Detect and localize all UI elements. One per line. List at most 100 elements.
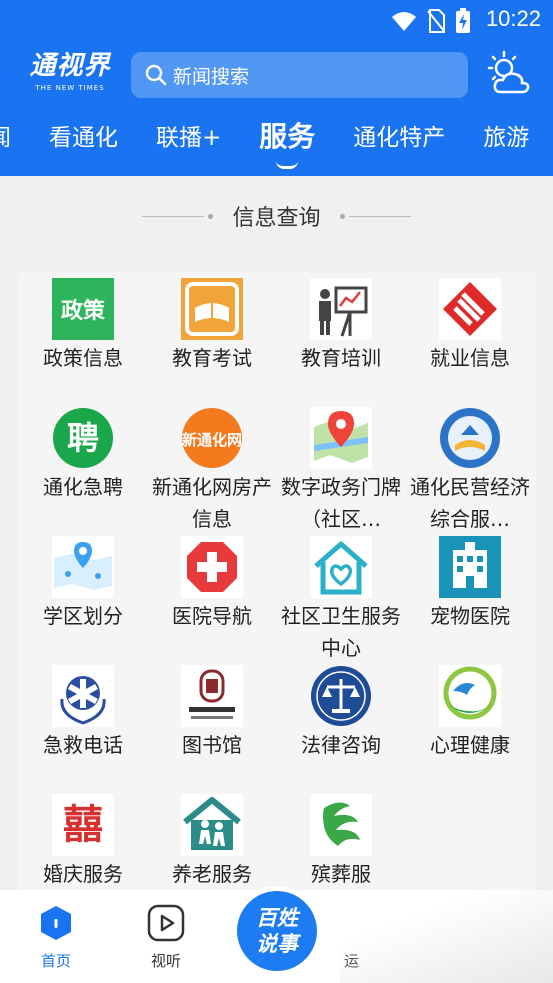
service-school-district[interactable]: 学区划分 [18,536,148,632]
service-legal-consult[interactable]: 法律咨询 [276,665,406,761]
service-label: 殡葬服 [311,862,371,886]
no-sim-icon [427,9,445,33]
tab-specialties[interactable]: 通化特产 [353,118,445,152]
service-real-estate[interactable]: 新通化网 新通化网房产信息 [147,407,277,535]
service-label: 医院导航 [172,604,252,628]
service-label: 养老服务 [172,862,252,886]
active-tab-indicator [276,161,299,169]
section-title: 信息查询 [232,206,321,231]
service-label: 通化民营经济综合服… [410,475,530,531]
policy-icon: 政策 [52,278,114,340]
service-label: 数字政务门牌（社区… [281,475,401,531]
search-bar[interactable]: 新闻搜索 [131,52,468,98]
service-wedding[interactable]: 囍 婚庆服务 [18,794,148,890]
service-label: 教育考试 [172,346,252,370]
svg-text:新通化网: 新通化网 [182,431,242,449]
center-label-line1: 百姓 [256,906,298,930]
service-label: 图书馆 [182,733,242,757]
center-label-line2: 说事 [256,932,298,956]
mental-health-icon [439,665,501,727]
service-label: 心理健康 [430,733,510,757]
tab-travel[interactable]: 旅游 [483,118,529,152]
divider-dot-right [339,213,345,219]
status-icons [391,8,471,34]
svg-text:政策: 政策 [61,298,106,324]
service-policy[interactable]: 政策 政策信息 [18,278,148,374]
service-label: 婚庆服务 [43,862,123,886]
service-label: 新通化网房产信息 [152,475,272,531]
teacher-board-icon [310,278,372,340]
services-card: 政策 政策信息 教育考试 教育培训 就业信息 聘 通化急聘 新通化网 新通化网房… [18,272,536,912]
book-exam-icon [181,278,243,340]
divider-dot-left [208,213,214,219]
law-scale-icon [311,666,371,726]
service-education-training[interactable]: 教育培训 [276,278,406,374]
nav-video-label: 视听 [150,952,181,970]
tab-lianbo[interactable]: 联播+ [156,118,221,152]
service-label: 急救电话 [43,733,123,757]
app-header: 10:22 通视界 THE NEW TIMES 新闻搜索 闻 看通化 联播+ 服… [0,0,553,176]
service-private-economy[interactable]: 通化民营经济综合服… [405,407,535,535]
center-action-button[interactable]: 百姓 说事 [232,886,322,976]
logo-text: 通视界 [29,51,111,81]
elderly-care-icon [181,794,243,856]
search-placeholder: 新闻搜索 [173,65,250,88]
service-funeral[interactable]: 殡葬服 [276,794,406,890]
service-education-exam[interactable]: 教育考试 [147,278,277,374]
tab-kan-tonghua[interactable]: 看通化 [49,118,118,152]
divider-left [142,215,205,217]
nav-video[interactable]: 视听 [136,904,196,971]
real-estate-icon: 新通化网 [182,408,242,468]
service-tonghua-recruit[interactable]: 聘 通化急聘 [18,407,148,503]
funeral-icon [310,794,372,856]
hospital-cross-icon [181,536,243,598]
play-icon [147,904,185,942]
pet-hospital-icon [439,536,501,598]
nav-home[interactable]: 首页 [26,904,86,971]
service-label: 社区卫生服务中心 [281,604,401,660]
service-label: 通化急聘 [43,475,123,499]
section-heading: 信息查询 [0,200,553,232]
app-logo[interactable]: 通视界 THE NEW TIMES [28,50,112,102]
service-label: 学区划分 [43,604,123,628]
community-health-icon [310,536,372,598]
service-label: 宠物医院 [430,604,510,628]
status-bar: 10:22 [0,0,553,40]
service-label: 政策信息 [43,346,123,370]
wedding-icon: 囍 [52,794,114,856]
search-icon [145,64,167,86]
wifi-icon [392,12,416,31]
service-employment[interactable]: 就业信息 [405,278,535,374]
center-action-inner: 百姓 说事 [237,891,317,971]
tab-services[interactable]: 服务 [259,115,316,169]
service-community-health[interactable]: 社区卫生服务中心 [276,536,406,664]
service-mental-health[interactable]: 心理健康 [405,665,535,761]
service-label: 法律咨询 [301,733,381,757]
library-icon [181,665,243,727]
divider-right [348,215,411,217]
emergency-icon [52,665,114,727]
svg-text:聘: 聘 [67,419,99,457]
svg-text:囍: 囍 [63,802,103,848]
recruit-icon: 聘 [53,408,113,468]
school-district-icon [52,536,114,598]
service-emergency-phone[interactable]: 急救电话 [18,665,148,761]
weather-partly-cloudy-icon[interactable] [485,50,533,98]
tab-news[interactable]: 闻 [0,118,11,152]
clock: 10:22 [485,6,541,31]
battery-charging-icon [456,8,470,33]
service-library[interactable]: 图书馆 [147,665,277,761]
employment-icon [439,278,501,340]
bottom-right-fade [340,890,553,983]
home-icon [41,906,71,940]
service-elderly-care[interactable]: 养老服务 [147,794,277,890]
logo-subtitle: THE NEW TIMES [35,84,105,92]
service-digital-doorplate[interactable]: 数字政务门牌（社区… [276,407,406,535]
tab-services-label: 服务 [259,120,316,153]
service-hospital-navigation[interactable]: 医院导航 [147,536,277,632]
service-label: 就业信息 [430,346,510,370]
service-pet-hospital[interactable]: 宠物医院 [405,536,535,632]
map-pin-icon [310,407,372,469]
channel-tabs: 闻 看通化 联播+ 服务 通化特产 旅游 [0,104,553,169]
nav-home-label: 首页 [40,952,71,970]
